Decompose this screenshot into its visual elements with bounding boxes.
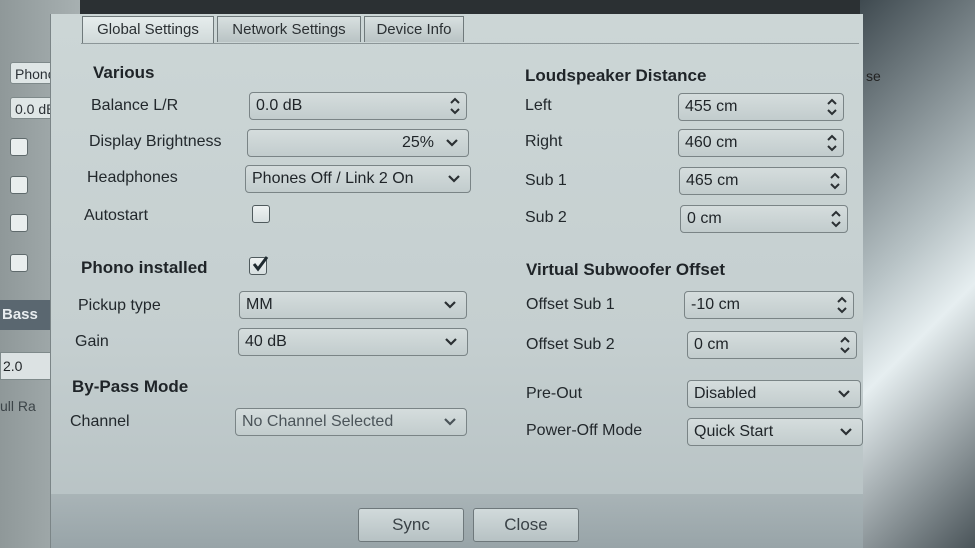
channel-dropdown[interactable]: No Channel Selected xyxy=(235,408,467,436)
distance-sub1-value: 465 cm xyxy=(686,172,739,189)
poweroff-value: Quick Start xyxy=(694,423,774,440)
background-top-bar xyxy=(80,0,860,14)
channel-label: Channel xyxy=(70,413,130,430)
preout-value: Disabled xyxy=(694,385,757,402)
chevron-down-icon xyxy=(445,338,457,346)
close-button[interactable]: Close xyxy=(473,508,579,542)
distance-left-spinbox[interactable]: 455 cm xyxy=(678,93,844,121)
gain-label: Gain xyxy=(75,333,109,350)
brightness-dropdown[interactable]: 25% xyxy=(247,129,469,157)
pickup-type-dropdown[interactable]: MM xyxy=(239,291,467,319)
distance-sub2-label: Sub 2 xyxy=(525,209,567,226)
spin-arrows-icon[interactable] xyxy=(448,95,462,117)
distance-left-value: 455 cm xyxy=(685,98,738,115)
headphones-label: Headphones xyxy=(87,169,178,186)
channel-value: No Channel Selected xyxy=(242,413,394,430)
settings-dialog: Global Settings Network Settings Device … xyxy=(50,14,863,548)
distance-left-label: Left xyxy=(525,97,552,114)
headphones-value: Phones Off / Link 2 On xyxy=(252,170,414,187)
global-settings-panel: Various Balance L/R 0.0 dB Display Brigh… xyxy=(70,43,863,494)
distance-sub2-value: 0 cm xyxy=(687,210,722,227)
preout-dropdown[interactable]: Disabled xyxy=(687,380,861,408)
phono-installed-checkbox[interactable] xyxy=(249,256,269,275)
gain-dropdown[interactable]: 40 dB xyxy=(238,328,468,356)
balance-value: 0.0 dB xyxy=(256,97,303,114)
tab-network-settings[interactable]: Network Settings xyxy=(217,16,361,42)
chevron-down-icon xyxy=(446,139,458,147)
background-checkbox[interactable] xyxy=(10,176,28,194)
sync-button[interactable]: Sync xyxy=(358,508,464,542)
background-checkbox[interactable] xyxy=(10,214,28,232)
pickup-type-label: Pickup type xyxy=(78,297,161,314)
chevron-down-icon xyxy=(444,301,456,309)
background-bass-label: Bass xyxy=(0,300,52,330)
balance-spinbox[interactable]: 0.0 dB xyxy=(249,92,467,120)
chevron-down-icon xyxy=(448,175,460,183)
preout-label: Pre-Out xyxy=(526,385,583,402)
poweroff-dropdown[interactable]: Quick Start xyxy=(687,418,863,446)
chevron-down-icon xyxy=(838,390,850,398)
distance-sub2-spinbox[interactable]: 0 cm xyxy=(680,205,848,233)
spin-arrows-icon[interactable] xyxy=(835,294,849,316)
spin-arrows-icon[interactable] xyxy=(825,132,839,154)
poweroff-label: Power-Off Mode xyxy=(526,422,643,439)
various-section-title: Various xyxy=(93,63,155,82)
chevron-down-icon xyxy=(444,418,456,426)
distance-right-label: Right xyxy=(525,133,563,150)
offset-sub2-spinbox[interactable]: 0 cm xyxy=(687,331,857,359)
distance-right-spinbox[interactable]: 460 cm xyxy=(678,129,844,157)
autostart-label: Autostart xyxy=(84,207,149,224)
spin-arrows-icon[interactable] xyxy=(829,208,843,230)
distance-right-value: 460 cm xyxy=(685,134,738,151)
distance-sub1-spinbox[interactable]: 465 cm xyxy=(679,167,847,195)
spin-arrows-icon[interactable] xyxy=(828,170,842,192)
headphones-dropdown[interactable]: Phones Off / Link 2 On xyxy=(245,165,471,193)
offset-sub2-value: 0 cm xyxy=(694,336,729,353)
offset-section-title: Virtual Subwoofer Offset xyxy=(526,260,725,279)
gain-value: 40 dB xyxy=(245,333,287,350)
offset-sub1-value: -10 cm xyxy=(691,296,740,313)
background-number-field[interactable]: 2.0 xyxy=(0,352,52,380)
checkmark-icon xyxy=(252,256,269,272)
distance-section-title: Loudspeaker Distance xyxy=(525,66,707,85)
bypass-section-title: By-Pass Mode xyxy=(72,377,189,396)
background-checkbox[interactable] xyxy=(10,254,28,272)
background-right-text: se xyxy=(866,68,881,84)
chevron-down-icon xyxy=(840,428,852,436)
offset-sub2-label: Offset Sub 2 xyxy=(526,336,615,353)
tab-device-info[interactable]: Device Info xyxy=(364,16,464,42)
brightness-label: Display Brightness xyxy=(89,133,222,150)
balance-label: Balance L/R xyxy=(91,97,179,114)
phono-section-title: Phono installed xyxy=(81,258,208,277)
offset-sub1-spinbox[interactable]: -10 cm xyxy=(684,291,854,319)
offset-sub1-label: Offset Sub 1 xyxy=(526,296,615,313)
autostart-checkbox[interactable] xyxy=(252,205,270,223)
background-partial-text: ull Ra xyxy=(0,398,36,414)
spin-arrows-icon[interactable] xyxy=(825,96,839,118)
background-checkbox[interactable] xyxy=(10,138,28,156)
brightness-value: 25% xyxy=(401,134,434,151)
tab-global-settings[interactable]: Global Settings xyxy=(82,16,214,44)
distance-sub1-label: Sub 1 xyxy=(525,172,567,189)
spin-arrows-icon[interactable] xyxy=(838,334,852,356)
pickup-type-value: MM xyxy=(246,296,273,313)
